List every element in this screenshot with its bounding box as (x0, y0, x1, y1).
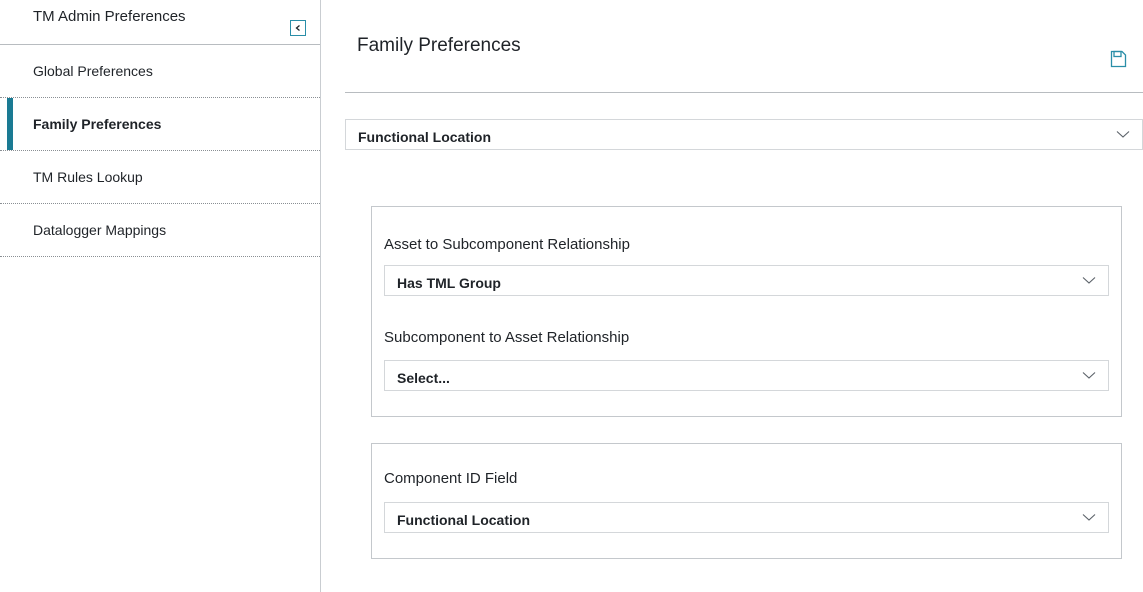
sidebar-title: TM Admin Preferences (33, 8, 186, 25)
chevron-down-icon (1082, 514, 1096, 521)
family-select-value: Functional Location (358, 129, 491, 145)
main-content: Family Preferences Functional Location A… (321, 0, 1143, 592)
chevron-down-icon (1082, 277, 1096, 284)
component-id-value: Functional Location (397, 512, 530, 528)
sidebar-item-tm-rules-lookup[interactable]: TM Rules Lookup (0, 151, 320, 204)
asset-to-subcomponent-select[interactable]: Has TML Group (384, 265, 1109, 296)
sidebar-header: TM Admin Preferences (0, 0, 320, 45)
sidebar-item-label: TM Rules Lookup (33, 169, 143, 185)
asset-to-subcomponent-value: Has TML Group (397, 275, 501, 291)
family-select[interactable]: Functional Location (345, 119, 1143, 150)
page-title: Family Preferences (357, 35, 521, 56)
chevron-down-icon (1082, 372, 1096, 379)
subcomponent-to-asset-select[interactable]: Select... (384, 360, 1109, 391)
save-button[interactable] (1109, 50, 1127, 68)
sidebar-item-datalogger-mappings[interactable]: Datalogger Mappings (0, 204, 320, 257)
save-icon (1110, 50, 1127, 68)
chevron-down-icon (1116, 131, 1130, 138)
collapse-sidebar-button[interactable] (290, 20, 306, 36)
asset-to-subcomponent-label: Asset to Subcomponent Relationship (384, 236, 630, 253)
subcomponent-to-asset-label: Subcomponent to Asset Relationship (384, 329, 630, 346)
sidebar-item-label: Datalogger Mappings (33, 222, 167, 238)
sidebar-item-label: Global Preferences (33, 63, 153, 79)
component-id-label: Component ID Field (384, 470, 518, 487)
component-id-select[interactable]: Functional Location (384, 502, 1109, 533)
relationship-card: Asset to Subcomponent Relationship Has T… (371, 206, 1122, 417)
sidebar: TM Admin Preferences Global Preferences … (0, 0, 321, 592)
sidebar-item-family-preferences[interactable]: Family Preferences (0, 98, 320, 151)
subcomponent-to-asset-value: Select... (397, 370, 450, 386)
component-id-card: Component ID Field Functional Location (371, 443, 1122, 559)
sidebar-item-global-preferences[interactable]: Global Preferences (0, 45, 320, 98)
divider (345, 92, 1143, 93)
chevron-left-icon (295, 25, 300, 31)
sidebar-item-label: Family Preferences (33, 116, 162, 132)
